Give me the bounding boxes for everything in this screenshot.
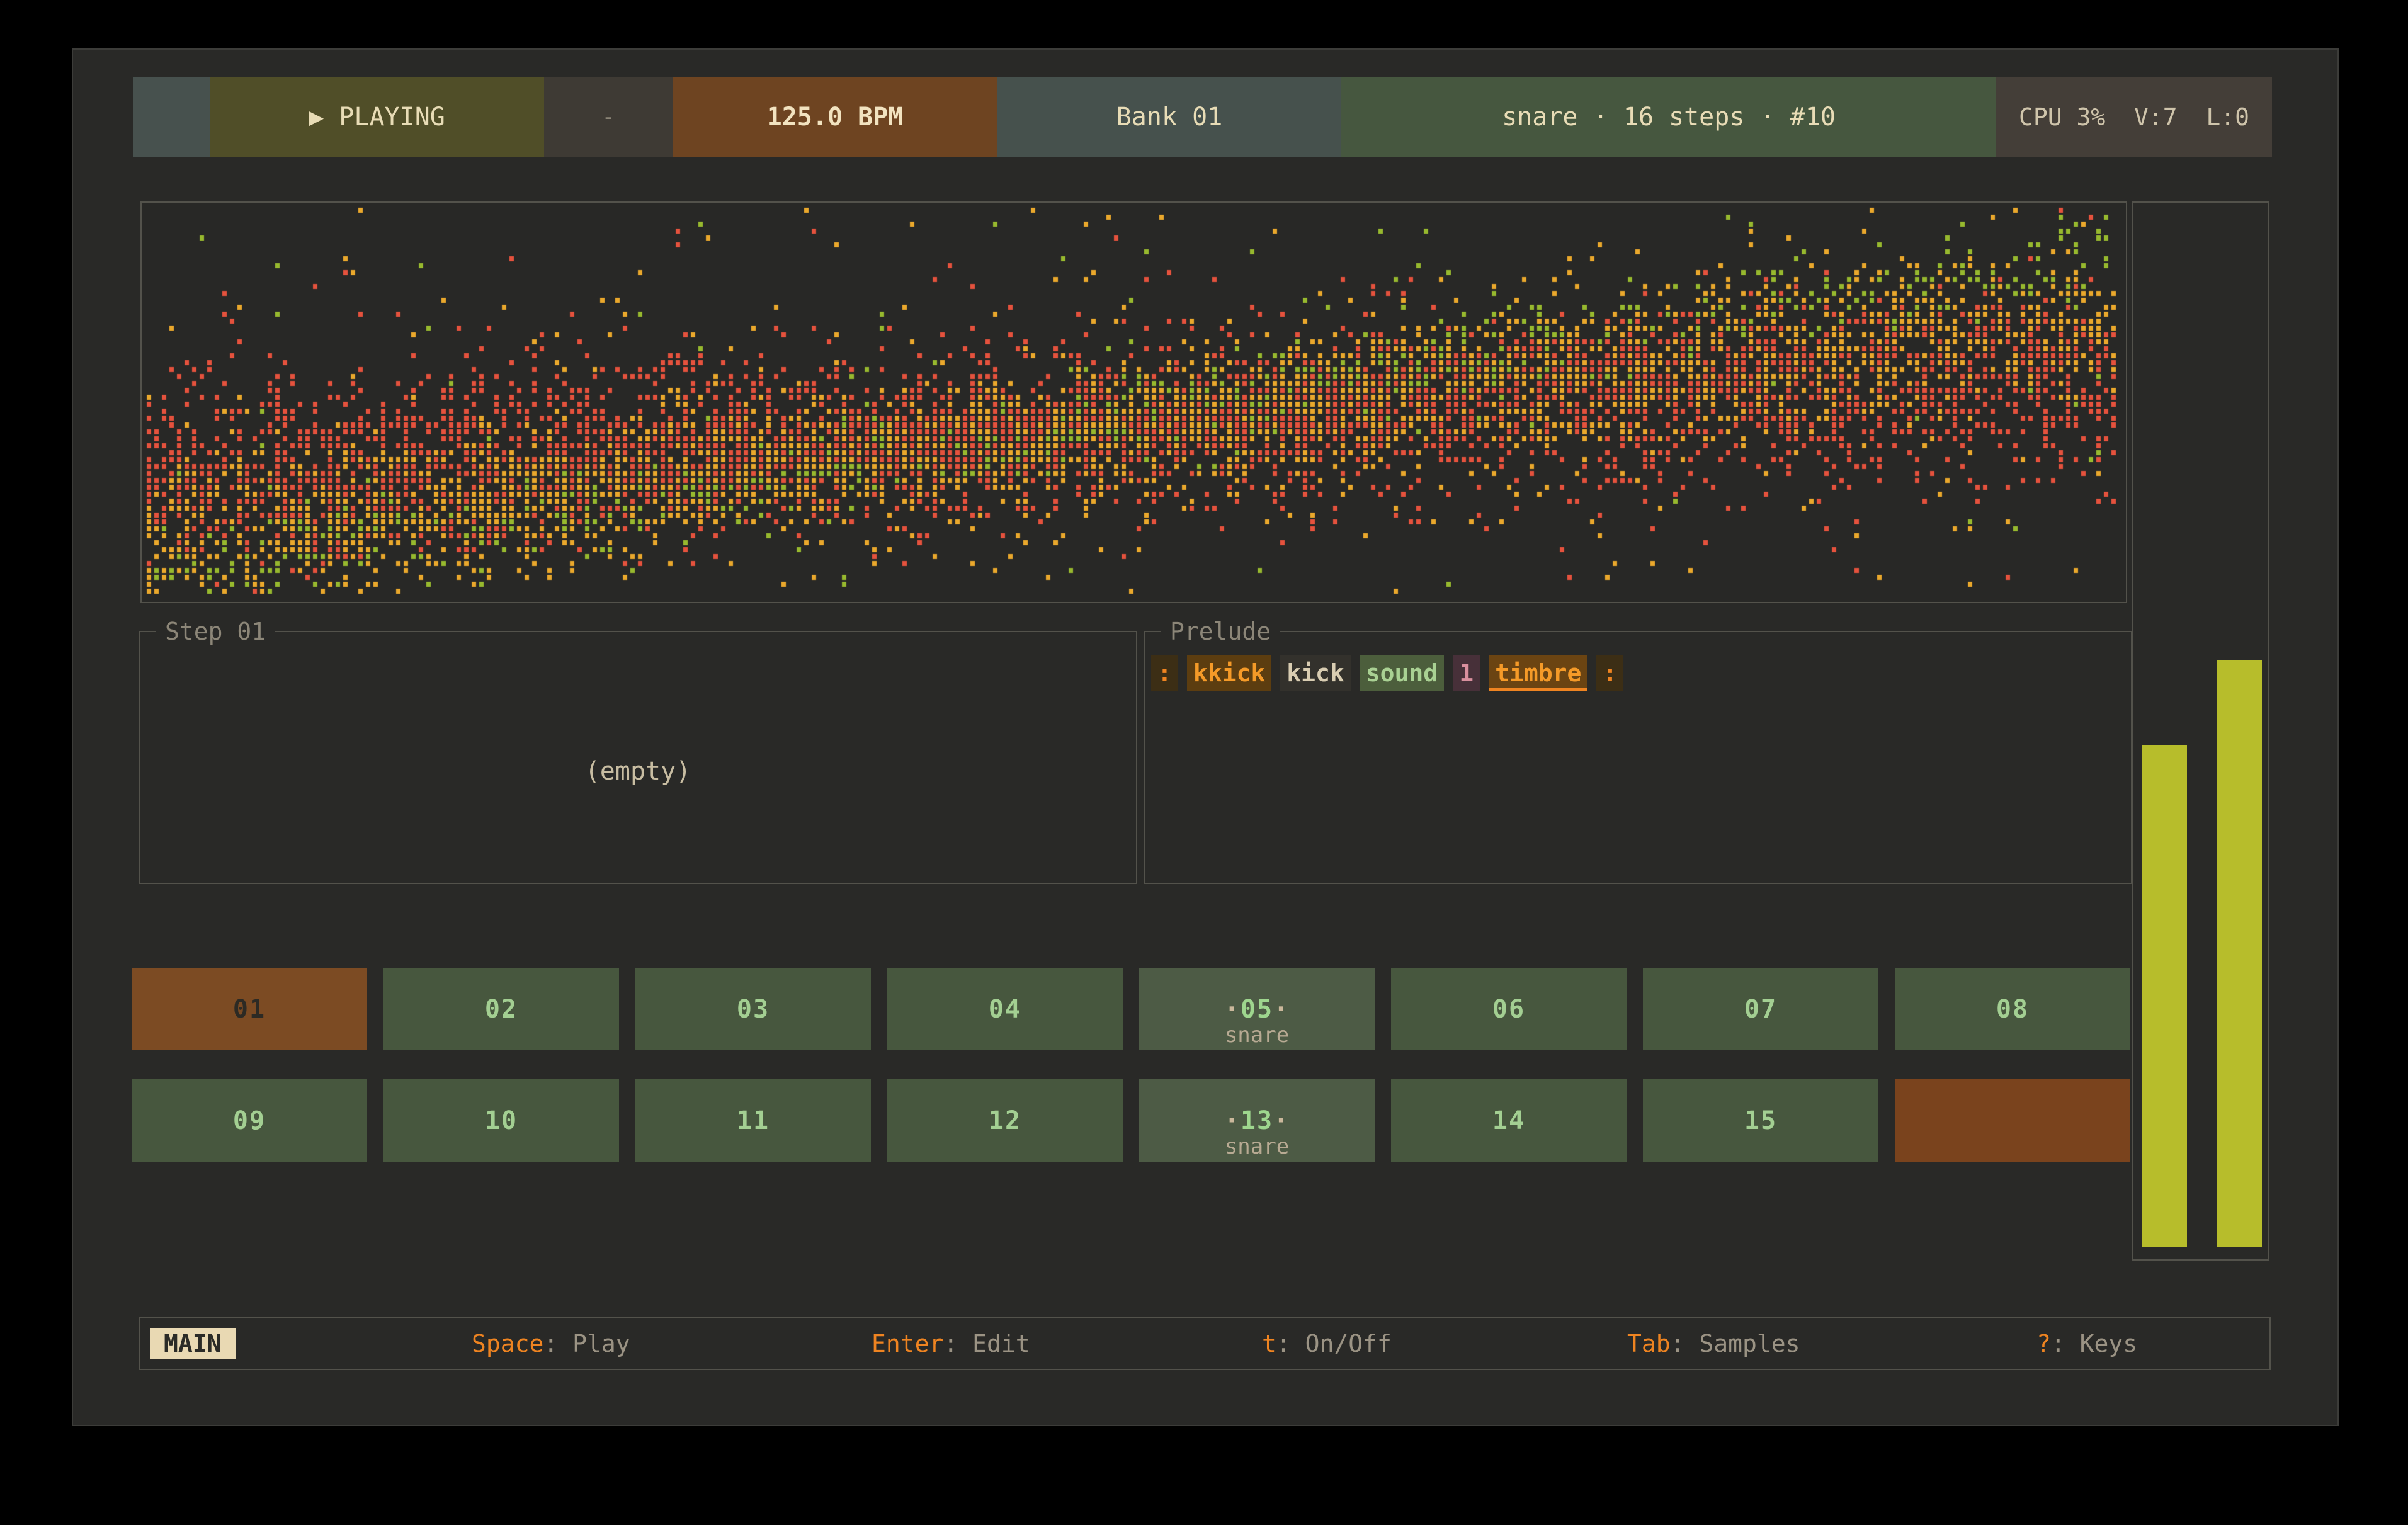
mode-badge: MAIN xyxy=(150,1328,236,1359)
step-number: 07 xyxy=(1744,995,1777,1024)
prelude-token: kkick xyxy=(1187,655,1271,691)
step-number: ·05· xyxy=(1224,995,1290,1024)
step-cell-03[interactable]: 03 xyxy=(635,968,871,1050)
bpm-display[interactable]: 125.0 BPM xyxy=(673,77,997,157)
prelude-token: : xyxy=(1596,655,1623,691)
step-cell-10[interactable]: 10 xyxy=(383,1079,619,1162)
prelude-panel: Prelude :kkickkicksound1timbre: xyxy=(1144,620,2132,884)
key-hint-: ?: Keys xyxy=(2036,1330,2137,1358)
step-number: ·13· xyxy=(1224,1106,1290,1135)
step-number: 02 xyxy=(485,995,518,1024)
step-number: 08 xyxy=(1996,995,2029,1024)
active-step-dot: · xyxy=(1224,1106,1241,1135)
prelude-token: : xyxy=(1151,655,1178,691)
step-cell-14[interactable]: 14 xyxy=(1391,1079,1627,1162)
hint-key: ? xyxy=(2036,1330,2051,1358)
hint-key: Enter xyxy=(872,1330,943,1358)
step-number: 04 xyxy=(989,995,1021,1024)
step-cell-01[interactable]: 01 xyxy=(132,968,367,1050)
track-info: snare · 16 steps · #10 xyxy=(1341,77,1996,157)
hint-action: : Keys xyxy=(2051,1330,2137,1358)
step-number: 06 xyxy=(1492,995,1525,1024)
key-hint-tab: Tab: Samples xyxy=(1627,1330,1800,1358)
step-cell-09[interactable]: 09 xyxy=(132,1079,367,1162)
active-step-dot: · xyxy=(1224,995,1241,1024)
step-cell-07[interactable]: 07 xyxy=(1643,968,1878,1050)
hint-key: t xyxy=(1262,1330,1276,1358)
step-cell-08[interactable]: 08 xyxy=(1895,968,2130,1050)
keybind-bar: MAIN Space: Play Enter: Edit t: On/Off Tab:… xyxy=(139,1317,2271,1370)
step-number: 11 xyxy=(737,1106,770,1135)
step-number: 12 xyxy=(989,1106,1021,1135)
pattern-visualizer xyxy=(140,201,2127,603)
step-cell-12[interactable]: 12 xyxy=(887,1079,1123,1162)
pattern-visualizer-canvas xyxy=(142,203,2126,602)
step-number: 01 xyxy=(233,995,266,1024)
step-cell-11[interactable]: 11 xyxy=(635,1079,871,1162)
prelude-code-line[interactable]: :kkickkicksound1timbre: xyxy=(1151,655,1632,691)
level-meter-bar-1 xyxy=(2142,745,2187,1247)
step-number: 14 xyxy=(1492,1106,1525,1135)
level-meter-bar-2 xyxy=(2217,660,2262,1247)
step-cell-02[interactable]: 02 xyxy=(383,968,619,1050)
prelude-token: kick xyxy=(1280,655,1351,691)
step-cell-06[interactable]: 06 xyxy=(1391,968,1627,1050)
prelude-token: 1 xyxy=(1453,655,1480,691)
key-hint-t: t: On/Off xyxy=(1262,1330,1392,1358)
hint-key: Tab xyxy=(1627,1330,1671,1358)
statusbar-placeholder: - xyxy=(544,77,673,157)
step-number: 03 xyxy=(737,995,770,1024)
step-panel-title: Step 01 xyxy=(156,620,275,643)
statusbar-spacer xyxy=(133,77,210,157)
step-cell-15[interactable]: 15 xyxy=(1643,1079,1878,1162)
step-cell-13[interactable]: ·13·snare xyxy=(1139,1079,1375,1162)
step-sample-label: snare xyxy=(1139,1023,1375,1048)
system-stats: CPU 3% V:7 L:0 xyxy=(1996,77,2272,157)
hint-key: Space xyxy=(472,1330,543,1358)
key-hint-enter: Enter: Edit xyxy=(872,1330,1030,1358)
step-cell-05[interactable]: ·05·snare xyxy=(1139,968,1375,1050)
step-cell-16[interactable] xyxy=(1895,1079,2130,1162)
hint-action: : Play xyxy=(543,1330,630,1358)
step-number: 15 xyxy=(1744,1106,1777,1135)
app-window: ▶ PLAYING - 125.0 BPM Bank 01 snare · 16… xyxy=(72,48,2339,1426)
key-hint-space: Space: Play xyxy=(472,1330,630,1358)
step-cell-04[interactable]: 04 xyxy=(887,968,1123,1050)
prelude-token: sound xyxy=(1360,655,1444,691)
prelude-token: timbre xyxy=(1489,655,1587,691)
step-grid: 01020304·05·snare06070809101112·13·snare… xyxy=(132,968,2133,1162)
transport-status[interactable]: ▶ PLAYING xyxy=(210,77,544,157)
step-number: 09 xyxy=(233,1106,266,1135)
status-bar: ▶ PLAYING - 125.0 BPM Bank 01 snare · 16… xyxy=(133,77,2272,157)
level-meter-panel xyxy=(2132,201,2269,1261)
active-step-dot: · xyxy=(1273,995,1290,1024)
hint-action: : Samples xyxy=(1671,1330,1800,1358)
step-number: 10 xyxy=(485,1106,518,1135)
step-detail-panel: Step 01 (empty) xyxy=(139,620,1137,884)
hint-action: : On/Off xyxy=(1276,1330,1392,1358)
prelude-panel-title: Prelude xyxy=(1161,620,1280,643)
step-sample-label: snare xyxy=(1139,1134,1375,1159)
bank-display[interactable]: Bank 01 xyxy=(997,77,1341,157)
step-empty-label: (empty) xyxy=(140,757,1136,786)
active-step-dot: · xyxy=(1273,1106,1290,1135)
hint-action: : Edit xyxy=(943,1330,1030,1358)
